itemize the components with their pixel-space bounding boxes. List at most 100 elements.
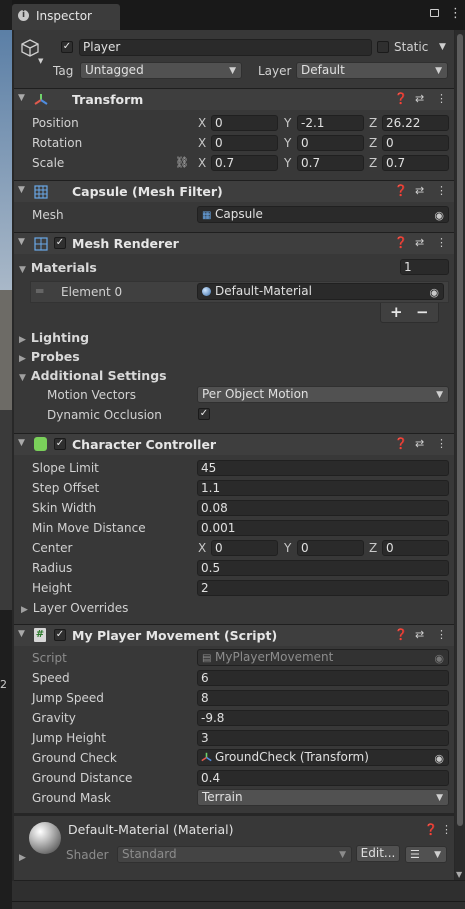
axis-y-label[interactable]: Y [284, 136, 291, 150]
ground-distance-field[interactable]: 0.4 [197, 770, 449, 786]
additional-settings-foldout[interactable]: ▼ Additional Settings [19, 368, 167, 383]
help-icon[interactable]: ❓ [424, 823, 438, 836]
static-checkbox[interactable] [377, 41, 389, 53]
height-field[interactable]: 2 [197, 580, 449, 596]
axis-y-label[interactable]: Y [284, 156, 291, 170]
axis-z-label[interactable]: Z [369, 116, 377, 130]
help-icon[interactable]: ❓ [394, 92, 408, 105]
ground-check-object-field[interactable]: GroundCheck (Transform) ◉ [197, 749, 449, 766]
object-picker-icon[interactable]: ◉ [434, 208, 444, 223]
axis-y-label[interactable]: Y [284, 116, 291, 130]
slope-limit-field[interactable]: 45 [197, 460, 449, 476]
help-icon[interactable]: ❓ [394, 184, 408, 197]
scale-x-field[interactable]: 0.7 [211, 155, 278, 171]
axis-z-label[interactable]: Z [369, 541, 377, 555]
transform-header[interactable]: ▼ Transform ❓ ⇄ ⋮ [14, 88, 454, 110]
gameobject-name-field[interactable]: Player [79, 39, 372, 56]
scroll-down-arrow[interactable]: ▼ [456, 870, 462, 879]
drag-handle-icon[interactable]: ═ [36, 284, 43, 298]
position-x-field[interactable]: 0 [211, 115, 278, 131]
rotation-z-field[interactable]: 0 [382, 135, 449, 151]
speed-field[interactable]: 6 [197, 670, 449, 686]
presets-icon[interactable]: ⇄ [415, 92, 424, 105]
component-menu-icon[interactable]: ⋮ [436, 437, 447, 450]
active-checkbox[interactable]: ✓ [61, 41, 73, 53]
dynamic-occlusion-checkbox[interactable]: ✓ [198, 408, 210, 420]
radius-field[interactable]: 0.5 [197, 560, 449, 576]
jump-height-field[interactable]: 3 [197, 730, 449, 746]
object-picker-icon[interactable]: ◉ [429, 285, 439, 300]
kebab-menu-icon[interactable]: ⋮ [449, 7, 462, 20]
center-z-field[interactable]: 0 [382, 540, 449, 556]
gravity-field[interactable]: -9.8 [197, 710, 449, 726]
min-move-distance-field[interactable]: 0.001 [197, 520, 449, 536]
remove-element-button[interactable]: − [416, 303, 429, 321]
add-element-button[interactable]: + [390, 303, 403, 321]
position-y-field[interactable]: -2.1 [297, 115, 364, 131]
rotation-x-field[interactable]: 0 [211, 135, 278, 151]
scrollbar-thumb[interactable] [457, 34, 463, 826]
component-menu-icon[interactable]: ⋮ [436, 628, 447, 641]
material-options-dropdown[interactable]: ☰ ▼ [405, 846, 447, 863]
help-icon[interactable]: ❓ [394, 236, 408, 249]
position-z-field[interactable]: 26.22 [382, 115, 449, 131]
lighting-foldout[interactable]: ▶ Lighting [19, 330, 89, 345]
axis-x-label[interactable]: X [198, 136, 206, 150]
mesh-object-field[interactable]: ▦ Capsule ◉ [197, 206, 449, 223]
materials-foldout[interactable]: ▼ Materials [19, 260, 97, 275]
component-menu-icon[interactable]: ⋮ [436, 92, 447, 105]
scale-y-field[interactable]: 0.7 [297, 155, 364, 171]
axis-z-label[interactable]: Z [369, 136, 377, 150]
foldout-arrow-icon[interactable]: ▼ [18, 629, 25, 639]
presets-icon[interactable]: ⇄ [415, 184, 424, 197]
layer-dropdown[interactable]: Default ▼ [296, 62, 448, 79]
component-menu-icon[interactable]: ⋮ [436, 236, 447, 249]
presets-icon[interactable]: ⇄ [415, 628, 424, 641]
edit-shader-button[interactable]: Edit... [356, 845, 400, 862]
help-icon[interactable]: ❓ [394, 437, 408, 450]
component-menu-icon[interactable]: ⋮ [441, 823, 452, 836]
axis-x-label[interactable]: X [198, 156, 206, 170]
scale-z-field[interactable]: 0.7 [382, 155, 449, 171]
jump-speed-field[interactable]: 8 [197, 690, 449, 706]
lock-icon[interactable] [430, 9, 439, 17]
constrain-proportions-icon[interactable]: ⛓ [175, 156, 189, 169]
rotation-y-field[interactable]: 0 [297, 135, 364, 151]
axis-z-label[interactable]: Z [369, 156, 377, 170]
step-offset-field[interactable]: 1.1 [197, 480, 449, 496]
foldout-arrow-icon[interactable]: ▼ [18, 237, 25, 247]
script-header[interactable]: ▼ # ✓ My Player Movement (Script) ❓ ⇄ ⋮ [14, 624, 454, 646]
materials-count-field[interactable]: 1 [400, 259, 449, 275]
object-picker-icon[interactable]: ◉ [434, 751, 444, 766]
center-x-field[interactable]: 0 [211, 540, 278, 556]
foldout-arrow-icon[interactable]: ▼ [18, 93, 25, 103]
character-controller-enabled-checkbox[interactable]: ✓ [54, 438, 66, 450]
presets-icon[interactable]: ⇄ [415, 437, 424, 450]
mesh-renderer-header[interactable]: ▼ ✓ Mesh Renderer ❓ ⇄ ⋮ [14, 232, 454, 254]
character-controller-header[interactable]: ▼ ✓ Character Controller ❓ ⇄ ⋮ [14, 433, 454, 455]
ground-mask-dropdown[interactable]: Terrain ▼ [197, 789, 449, 806]
material-object-field[interactable]: Default-Material ◉ [197, 283, 444, 300]
inspector-tab[interactable]: i Inspector [12, 4, 120, 30]
axis-x-label[interactable]: X [198, 541, 206, 555]
tag-dropdown[interactable]: Untagged ▼ [80, 62, 242, 79]
layer-overrides-foldout[interactable]: ▶ Layer Overrides [21, 601, 128, 615]
motion-vectors-dropdown[interactable]: Per Object Motion ▼ [197, 386, 449, 403]
icon-dropdown-arrow[interactable]: ▼ [38, 57, 43, 65]
script-enabled-checkbox[interactable]: ✓ [54, 629, 66, 641]
skin-width-field[interactable]: 0.08 [197, 500, 449, 516]
component-menu-icon[interactable]: ⋮ [436, 184, 447, 197]
static-dropdown-arrow[interactable]: ▼ [439, 42, 446, 52]
foldout-arrow-icon[interactable]: ▼ [18, 438, 25, 448]
help-icon[interactable]: ❓ [394, 628, 408, 641]
material-foldout-arrow-icon[interactable]: ▶ [19, 853, 26, 863]
center-y-field[interactable]: 0 [297, 540, 364, 556]
mesh-filter-header[interactable]: ▼ Capsule (Mesh Filter) ❓ ⇄ ⋮ [14, 180, 454, 202]
axis-y-label[interactable]: Y [284, 541, 291, 555]
presets-icon[interactable]: ⇄ [415, 236, 424, 249]
foldout-arrow-icon[interactable]: ▼ [18, 185, 25, 195]
probes-foldout[interactable]: ▶ Probes [19, 349, 80, 364]
shader-dropdown[interactable]: Standard ▼ [117, 846, 352, 863]
mesh-renderer-enabled-checkbox[interactable]: ✓ [54, 237, 66, 249]
axis-x-label[interactable]: X [198, 116, 206, 130]
